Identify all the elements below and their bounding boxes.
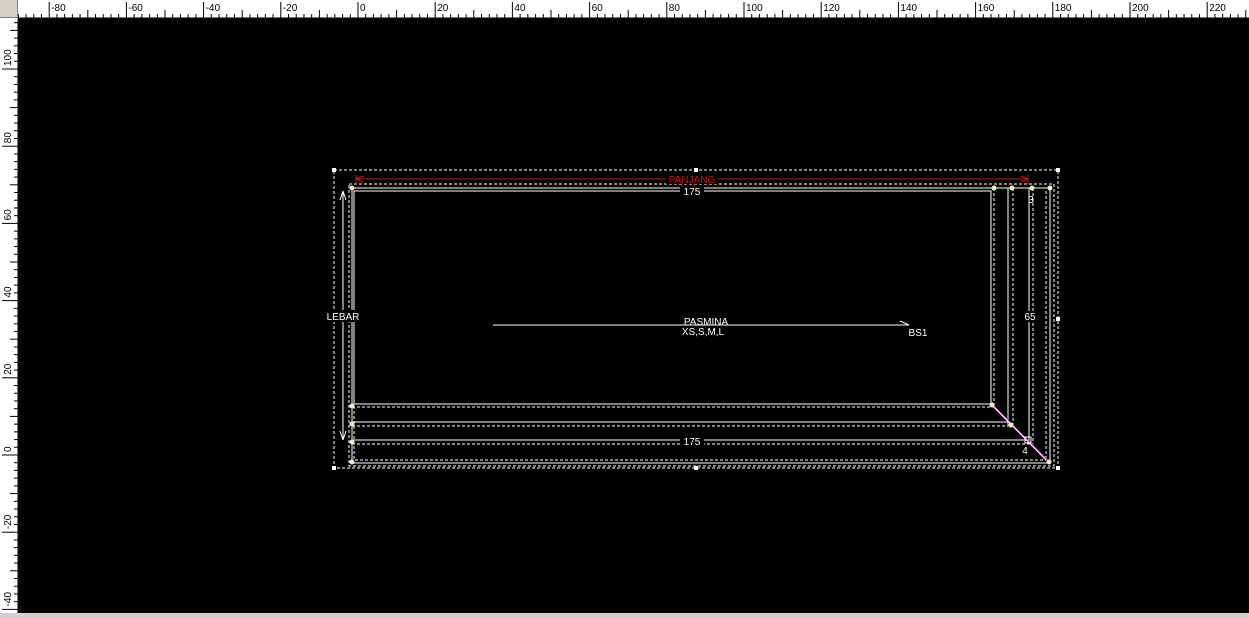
pattern-editor-window: -80 -60 -40 -20 0 20 40 60 80 100 120 140 160 180 200 2… [0, 0, 1249, 617]
ruler-label: 40 [3, 286, 14, 298]
ruler-label: 220 [1209, 3, 1226, 14]
seam-allowance-bottom-label: 4 [1022, 446, 1028, 457]
bottom-dimension-label: 175 [684, 437, 701, 448]
point[interactable] [1029, 185, 1035, 191]
point[interactable] [1046, 459, 1052, 465]
ruler-corner [0, 0, 18, 18]
width-label: LEBAR [327, 312, 360, 323]
ruler-label: 120 [823, 3, 840, 14]
handle-top-mid[interactable] [694, 168, 698, 172]
ruler-label: 20 [3, 363, 14, 375]
drawing-canvas[interactable]: PANJANG 175 175 LEBAR 65 3 4 PASMINA XS,… [18, 18, 1249, 613]
ruler-label: 100 [3, 49, 14, 66]
point[interactable] [991, 185, 997, 191]
top-dimension-label: 175 [684, 187, 701, 198]
vertical-ruler-ticks: 100 80 60 40 20 0 -20 -40 [2, 22, 18, 610]
ruler-label: -20 [283, 3, 298, 14]
horizontal-ruler-ticks: -80 -60 -40 -20 0 20 40 60 80 100 120 140 160 180 200 2… [17, 2, 1247, 18]
length-label: PANJANG [669, 175, 716, 186]
ruler-label: 0 [360, 3, 366, 14]
point[interactable] [349, 185, 355, 191]
point[interactable] [349, 439, 355, 445]
point[interactable] [989, 402, 995, 408]
point[interactable] [1008, 422, 1014, 428]
ruler-label: -20 [3, 514, 14, 529]
vertical-ruler[interactable]: 100 80 60 40 20 0 -20 -40 [0, 18, 18, 613]
handle-mid-right[interactable] [1056, 317, 1060, 321]
point[interactable] [1009, 185, 1015, 191]
ruler-label: -40 [3, 592, 14, 607]
ruler-label: -40 [206, 3, 221, 14]
handle-bottom-left[interactable] [332, 466, 336, 470]
pattern-drawing: PANJANG 175 175 LEBAR 65 3 4 PASMINA XS,… [325, 168, 1060, 470]
status-strip [0, 613, 1249, 617]
ruler-label: 200 [1132, 3, 1149, 14]
ruler-label: 20 [437, 3, 449, 14]
ruler-label: -80 [51, 3, 66, 14]
ruler-label: 60 [3, 209, 14, 221]
handle-bottom-right[interactable] [1056, 466, 1060, 470]
ruler-label: 40 [514, 3, 526, 14]
ruler-label: 0 [3, 446, 14, 452]
ruler-label: 140 [900, 3, 917, 14]
corner-seam-inner [993, 406, 1047, 461]
piece-code: BS1 [909, 328, 928, 339]
ruler-label: 80 [669, 3, 681, 14]
main-panel[interactable] [353, 190, 992, 405]
seam-allowance-top-label: 3 [1028, 195, 1034, 206]
ruler-label: 60 [592, 3, 604, 14]
handle-bottom-mid[interactable] [694, 466, 698, 470]
pattern-sizes: XS,S,M,L [682, 327, 725, 338]
ruler-label: 100 [746, 3, 763, 14]
ruler-label: 80 [3, 132, 14, 144]
point[interactable] [349, 459, 355, 465]
ruler-label: -60 [128, 3, 143, 14]
ruler-label: 180 [1055, 3, 1072, 14]
right-dimension-label: 65 [1024, 312, 1036, 323]
handle-top-right[interactable] [1056, 168, 1060, 172]
ruler-label: 160 [978, 3, 995, 14]
point[interactable] [349, 403, 355, 409]
horizontal-ruler[interactable]: -80 -60 -40 -20 0 20 40 60 80 100 120 140 160 180 200 2… [17, 0, 1249, 18]
point[interactable] [349, 421, 355, 427]
handle-top-left[interactable] [332, 168, 336, 172]
point[interactable] [1047, 185, 1053, 191]
